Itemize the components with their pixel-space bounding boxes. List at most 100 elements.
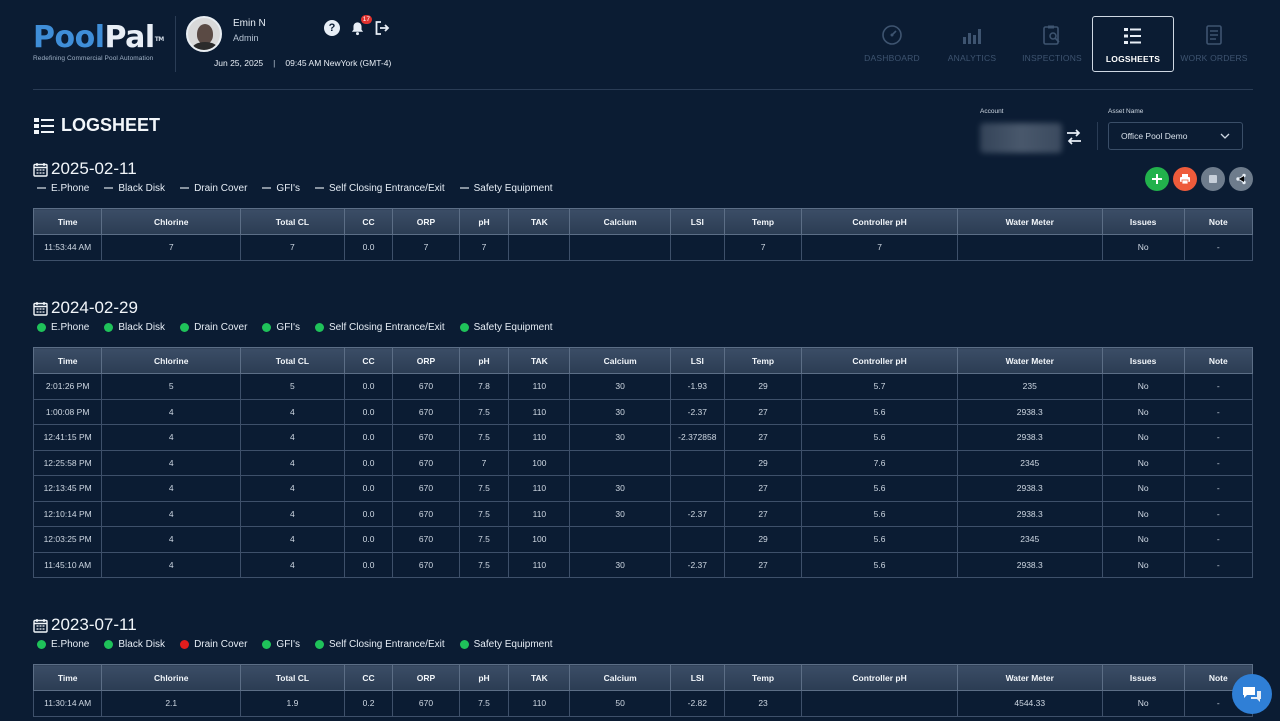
swap-icon[interactable] (1066, 128, 1082, 146)
chat-button[interactable] (1232, 674, 1272, 714)
bar-chart-icon (963, 29, 981, 44)
table-cell: - (1183, 526, 1254, 553)
column-header[interactable]: pH (458, 208, 510, 235)
status-label: Self Closing Entrance/Exit (329, 638, 445, 650)
column-header[interactable]: Chlorine (101, 208, 242, 235)
table-cell: 7.5 (458, 424, 510, 451)
column-header[interactable]: TAK (508, 208, 571, 235)
column-header[interactable]: Controller pH (801, 208, 958, 235)
logsheet-section-1: 2025-02-11 E.Phone Black Disk Drain Cover G… (32, 159, 1254, 261)
table-row[interactable]: 12:41:15 PM 4 4 0.0 670 7.5 110 30 -2.372858 27 5.… (32, 424, 1254, 451)
status-label: Self Closing Entrance/Exit (329, 182, 445, 194)
column-header[interactable]: pH (458, 664, 510, 691)
help-icon[interactable]: ? (324, 20, 340, 36)
column-header[interactable]: Water Meter (956, 664, 1103, 691)
table-cell: 5.6 (801, 398, 958, 425)
column-header[interactable]: CC (343, 347, 394, 374)
column-header[interactable]: CC (343, 664, 394, 691)
table-cell: 7 (392, 234, 460, 261)
table-row[interactable]: 12:03:25 PM 4 4 0.0 670 7.5 100 29 5.6 2345 No - (32, 526, 1254, 553)
asset-select[interactable]: Office Pool Demo (1108, 122, 1243, 150)
column-header[interactable]: Temp (723, 347, 803, 374)
nav-work-orders[interactable]: WORK ORDERS (1174, 16, 1254, 72)
column-header[interactable]: TAK (508, 664, 571, 691)
poolpal-logo[interactable]: PoolPalTM Redefining Commercial Pool Aut… (33, 22, 164, 63)
column-header[interactable]: Water Meter (956, 208, 1103, 235)
status-label: GFI's (276, 182, 300, 194)
table-cell (508, 234, 571, 261)
status-label: Safety Equipment (473, 182, 553, 194)
status-dot-icon (180, 322, 190, 332)
column-header[interactable]: TAK (508, 347, 571, 374)
table-cell: 27 (723, 475, 803, 502)
column-header[interactable]: ORP (392, 347, 460, 374)
column-header[interactable]: Note (1183, 208, 1254, 235)
table-header-row: Time Chlorine Total CL CC ORP pH TAK Calcium LSI… (32, 664, 1254, 691)
table-cell: 7 (240, 234, 345, 261)
status-label: Drain Cover (194, 321, 248, 333)
column-header[interactable]: Chlorine (101, 664, 242, 691)
nav-inspections[interactable]: INSPECTIONS (1012, 16, 1092, 72)
table-row[interactable]: 1:00:08 PM 4 4 0.0 670 7.5 110 30 -2.37 27 5.6 2938… (32, 398, 1254, 425)
column-header[interactable]: Note (1183, 347, 1254, 374)
table-cell: - (1183, 500, 1254, 527)
column-header[interactable]: LSI (669, 208, 725, 235)
column-header[interactable]: ORP (392, 664, 460, 691)
table-row[interactable]: 11:30:14 AM 2.1 1.9 0.2 670 7.5 110 50 -2.82 23 45… (32, 690, 1254, 717)
column-header[interactable]: Calcium (569, 208, 671, 235)
column-header[interactable]: Temp (723, 664, 803, 691)
table-cell: 0.0 (343, 500, 394, 527)
column-header[interactable]: Total CL (240, 347, 345, 374)
logsheet-section-2: 2024-02-29 E.Phone Black Disk Drain Cover G… (32, 298, 1254, 578)
table-row[interactable]: 12:25:58 PM 4 4 0.0 670 7 100 29 7.6 2345 No - (32, 449, 1254, 476)
column-header[interactable]: Controller pH (801, 347, 958, 374)
column-header[interactable]: Issues (1101, 347, 1185, 374)
table-row[interactable]: 12:13:45 PM 4 4 0.0 670 7.5 110 30 27 5.6 2938.3 No… (32, 475, 1254, 502)
nav-analytics[interactable]: ANALYTICS (932, 16, 1012, 72)
table-cell (956, 234, 1103, 261)
table-cell (669, 475, 725, 502)
table-row[interactable]: 12:10:14 PM 4 4 0.0 670 7.5 110 30 -2.37 27 5.6 293… (32, 500, 1254, 527)
table-row[interactable]: 11:45:10 AM 4 4 0.0 670 7.5 110 30 -2.37 27 5.6 293… (32, 551, 1254, 578)
account-value-blurred[interactable] (980, 123, 1062, 153)
column-header[interactable]: Time (32, 347, 103, 374)
column-header[interactable]: Controller pH (801, 664, 958, 691)
column-header[interactable]: CC (343, 208, 394, 235)
column-header[interactable]: Total CL (240, 208, 345, 235)
column-header[interactable]: LSI (669, 347, 725, 374)
status-item: Self Closing Entrance/Exit (315, 322, 445, 333)
column-header[interactable]: Issues (1101, 208, 1185, 235)
table-cell: 4 (240, 475, 345, 502)
column-header[interactable]: pH (458, 347, 510, 374)
table-cell: 670 (392, 475, 460, 502)
column-header[interactable]: Water Meter (956, 347, 1103, 374)
status-label: GFI's (276, 638, 300, 650)
table-cell: - (1183, 398, 1254, 425)
column-header[interactable]: Time (32, 664, 103, 691)
table-cell: - (1183, 475, 1254, 502)
table-cell: 30 (569, 475, 671, 502)
table-row[interactable]: 2:01:26 PM 5 5 0.0 670 7.8 110 30 -1.93 29 5.7 235 N… (32, 373, 1254, 400)
column-header[interactable]: ORP (392, 208, 460, 235)
column-header[interactable]: Total CL (240, 664, 345, 691)
column-header[interactable]: Calcium (569, 664, 671, 691)
logout-icon[interactable] (374, 20, 390, 36)
column-header[interactable]: Issues (1101, 664, 1185, 691)
table-cell: 5.6 (801, 551, 958, 578)
table-row[interactable]: 11:53:44 AM 7 7 0.0 7 7 7 7 No - (32, 234, 1254, 261)
column-header[interactable]: Temp (723, 208, 803, 235)
column-header[interactable]: Chlorine (101, 347, 242, 374)
logsheet-table: Time Chlorine Total CL CC ORP pH TAK Calcium LSI… (32, 664, 1254, 717)
column-header[interactable]: LSI (669, 664, 725, 691)
column-header[interactable]: Calcium (569, 347, 671, 374)
account-label: Account (980, 108, 1004, 115)
bell-icon[interactable]: 17 (349, 15, 372, 36)
column-header[interactable]: Time (32, 208, 103, 235)
status-item: Safety Equipment (459, 322, 553, 333)
table-cell: 7 (458, 234, 510, 261)
avatar[interactable] (186, 16, 222, 52)
nav-dashboard[interactable]: DASHBOARD (852, 16, 932, 72)
table-cell: 100 (508, 449, 571, 476)
table-cell: 4 (240, 398, 345, 425)
nav-logsheets[interactable]: LOGSHEETS (1092, 16, 1174, 72)
